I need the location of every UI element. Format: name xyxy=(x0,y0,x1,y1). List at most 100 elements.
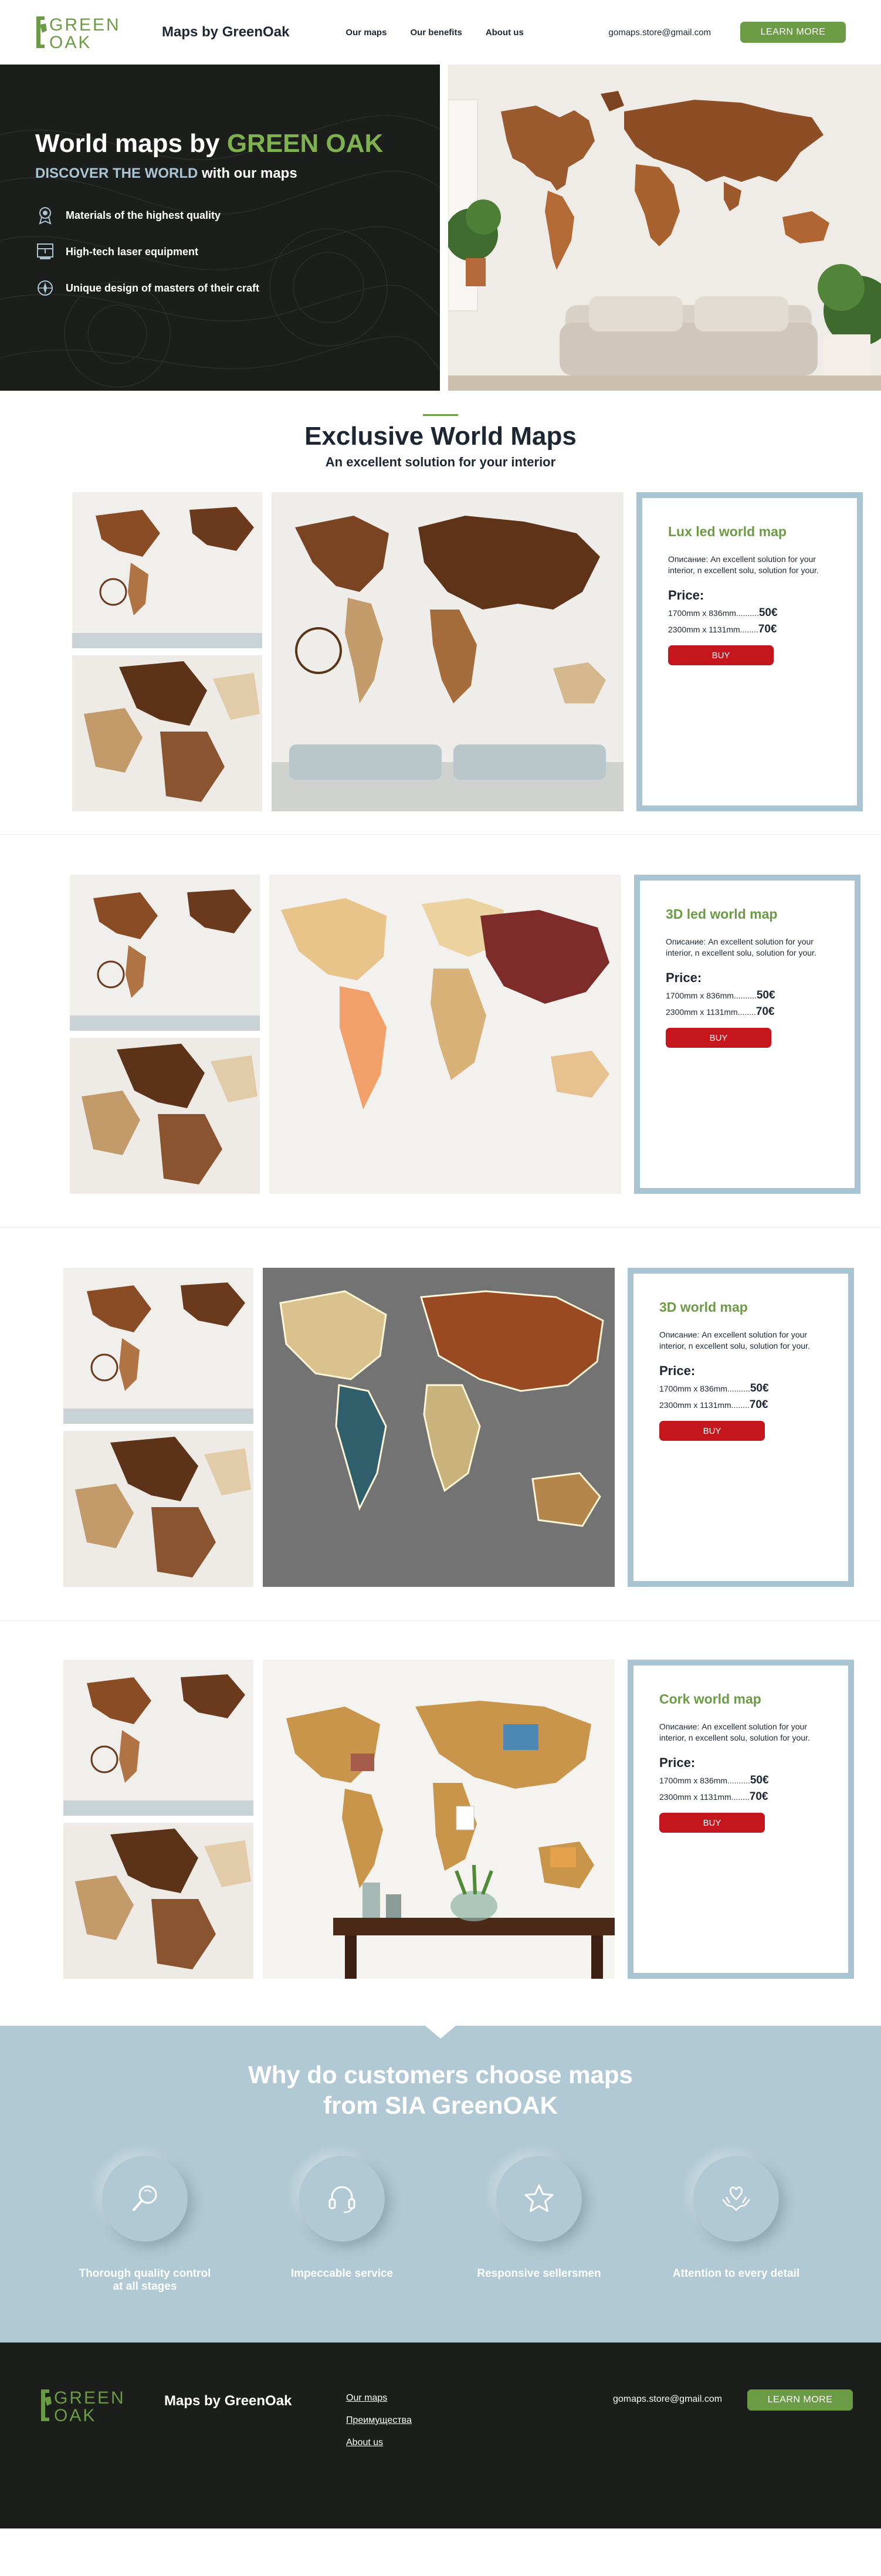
hero-feature-label: Materials of the highest quality xyxy=(66,209,221,221)
price-label: Price: xyxy=(666,970,702,985)
price-value: 70€ xyxy=(749,1399,768,1411)
price-label: Price: xyxy=(659,1363,696,1378)
hero-subtitle-accent: DISCOVER THE WORLD xyxy=(35,165,198,181)
why-title-line: Why do customers choose maps xyxy=(248,2061,633,2088)
map-thumbnail-image xyxy=(63,1268,253,1424)
3d-led-world-map-image xyxy=(269,875,621,1194)
design-compass-icon xyxy=(38,280,53,296)
3d-world-map-image xyxy=(263,1268,615,1587)
nav-our-benefits[interactable]: Our benefits xyxy=(410,28,462,38)
price-row: 2300mm x 1131mm........70€ xyxy=(659,1399,822,1411)
hero-title-plain: World maps by xyxy=(35,129,227,158)
hero-subtitle-plain: with our maps xyxy=(198,165,297,181)
product-thumbnail[interactable] xyxy=(70,1038,260,1194)
price-size: 1700mm x 836mm.......... xyxy=(668,608,759,618)
price-value: 50€ xyxy=(758,607,778,619)
why-item-line: Attention to every detail xyxy=(672,2267,800,2280)
product-description: Описание: An excellent solution for your… xyxy=(666,937,816,957)
footer-brand: Maps by GreenOak xyxy=(164,2393,292,2409)
product-title: 3D led world map xyxy=(666,906,778,922)
buy-button[interactable]: BUY xyxy=(659,1421,765,1441)
price-size: 1700mm x 836mm.......... xyxy=(659,1384,750,1393)
footer-link-our-maps[interactable]: Our maps xyxy=(346,2393,412,2404)
price-row: 1700mm x 836mm..........50€ xyxy=(659,1382,822,1395)
why-item-label: Responsive sellersmen xyxy=(440,2267,638,2280)
product-main-image[interactable] xyxy=(263,1660,615,1979)
quality-badge-icon xyxy=(39,207,52,225)
why-items: Thorough quality control at all stages Im… xyxy=(0,2156,881,2293)
product-lux-led: Lux led world map Описание: An excellent… xyxy=(0,470,881,835)
headset-icon xyxy=(328,2186,355,2213)
nav-our-maps[interactable]: Our maps xyxy=(345,28,387,38)
product-main-image[interactable] xyxy=(272,492,624,811)
nav-about-us[interactable]: About us xyxy=(486,28,524,38)
product-3d-led: 3D led world map Описание: An excellent … xyxy=(0,835,881,1228)
why-item-label: Impeccable service xyxy=(243,2267,440,2280)
why-item-circle xyxy=(299,2156,385,2242)
product-thumbnail[interactable] xyxy=(63,1660,253,1816)
laser-machine-icon xyxy=(37,243,53,259)
price-size: 1700mm x 836mm.......... xyxy=(666,991,757,1000)
product-thumbnail[interactable] xyxy=(70,875,260,1031)
hero-feature: High-tech laser equipment xyxy=(35,242,440,262)
lux-led-world-map-image xyxy=(272,492,624,811)
map-thumbnail-image xyxy=(70,875,260,1031)
price-row: 2300mm x 1131mm........70€ xyxy=(666,1006,829,1018)
why-item-line: Responsive sellersmen xyxy=(477,2267,601,2280)
price-row: 1700mm x 836mm..........50€ xyxy=(659,1774,822,1787)
footer-link-benefits[interactable]: Преимущества xyxy=(346,2415,412,2426)
product-description: Описание: An excellent solution for your… xyxy=(659,1722,810,1742)
cork-world-map-image xyxy=(263,1660,615,1979)
product-description: Описание: An excellent solution for your… xyxy=(659,1330,810,1350)
hero-photo xyxy=(448,65,881,391)
map-thumbnail-image xyxy=(63,1823,253,1979)
footer-nav: Our maps Преимущества About us xyxy=(346,2393,412,2460)
product-thumbnail[interactable] xyxy=(72,655,262,811)
price-value: 70€ xyxy=(755,1006,775,1018)
product-thumbnail[interactable] xyxy=(63,1823,253,1979)
why-item-circle xyxy=(693,2156,779,2242)
product-thumbnail[interactable] xyxy=(72,492,262,648)
product-main-image[interactable] xyxy=(269,875,621,1194)
magnifier-icon xyxy=(133,2185,157,2211)
footer-email[interactable]: gomaps.store@gmail.com xyxy=(613,2394,722,2405)
svg-text:GREEN: GREEN xyxy=(49,15,121,35)
footer-learn-more-button[interactable]: LEARN MORE xyxy=(747,2389,853,2411)
living-room-map-illustration xyxy=(448,65,881,391)
heading-divider xyxy=(423,414,458,416)
why-title-line: from SIA GreenOAK xyxy=(323,2091,558,2119)
product-card: 3D world map Описание: An excellent solu… xyxy=(628,1268,854,1587)
map-thumbnail-image xyxy=(70,1038,260,1194)
buy-button[interactable]: BUY xyxy=(668,645,774,665)
price-size: 2300mm x 1131mm........ xyxy=(666,1007,756,1017)
price-row: 1700mm x 836mm..........50€ xyxy=(668,607,831,620)
why-item-circle xyxy=(496,2156,582,2242)
hero-title: World maps by GREEN OAK xyxy=(35,129,440,158)
product-3d: 3D world map Описание: An excellent solu… xyxy=(0,1228,881,1621)
why-item-circle xyxy=(102,2156,188,2242)
header-email[interactable]: gomaps.store@gmail.com xyxy=(609,28,711,38)
buy-button[interactable]: BUY xyxy=(659,1813,765,1833)
why-item: Thorough quality control at all stages xyxy=(46,2156,243,2293)
section-title: Exclusive World Maps xyxy=(304,422,577,451)
product-main-image[interactable] xyxy=(263,1268,615,1587)
why-item-label: Thorough quality control at all stages xyxy=(46,2267,243,2293)
main-nav: Our maps Our benefits About us xyxy=(345,28,523,38)
site-header: GREEN OAK Maps by GreenOak Our maps Our … xyxy=(0,0,881,65)
price-size: 1700mm x 836mm.......... xyxy=(659,1776,750,1785)
star-icon xyxy=(524,2184,554,2212)
product-thumbnail[interactable] xyxy=(63,1431,253,1587)
green-oak-logo-icon: GREEN OAK xyxy=(41,2388,124,2425)
footer-link-about-us[interactable]: About us xyxy=(346,2438,412,2448)
logo[interactable]: GREEN OAK xyxy=(35,12,141,53)
why-item-line: Impeccable service xyxy=(290,2267,394,2280)
hero-subtitle: DISCOVER THE WORLD with our maps xyxy=(35,165,440,182)
price-label: Price: xyxy=(668,588,704,602)
price-size: 2300mm x 1131mm........ xyxy=(659,1400,750,1410)
price-value: 50€ xyxy=(750,1774,769,1786)
learn-more-button[interactable]: LEARN MORE xyxy=(740,22,846,43)
footer-logo[interactable]: GREEN OAK xyxy=(40,2385,145,2426)
hero-feature-label: High-tech laser equipment xyxy=(66,245,199,258)
product-thumbnail[interactable] xyxy=(63,1268,253,1424)
buy-button[interactable]: BUY xyxy=(666,1028,771,1048)
